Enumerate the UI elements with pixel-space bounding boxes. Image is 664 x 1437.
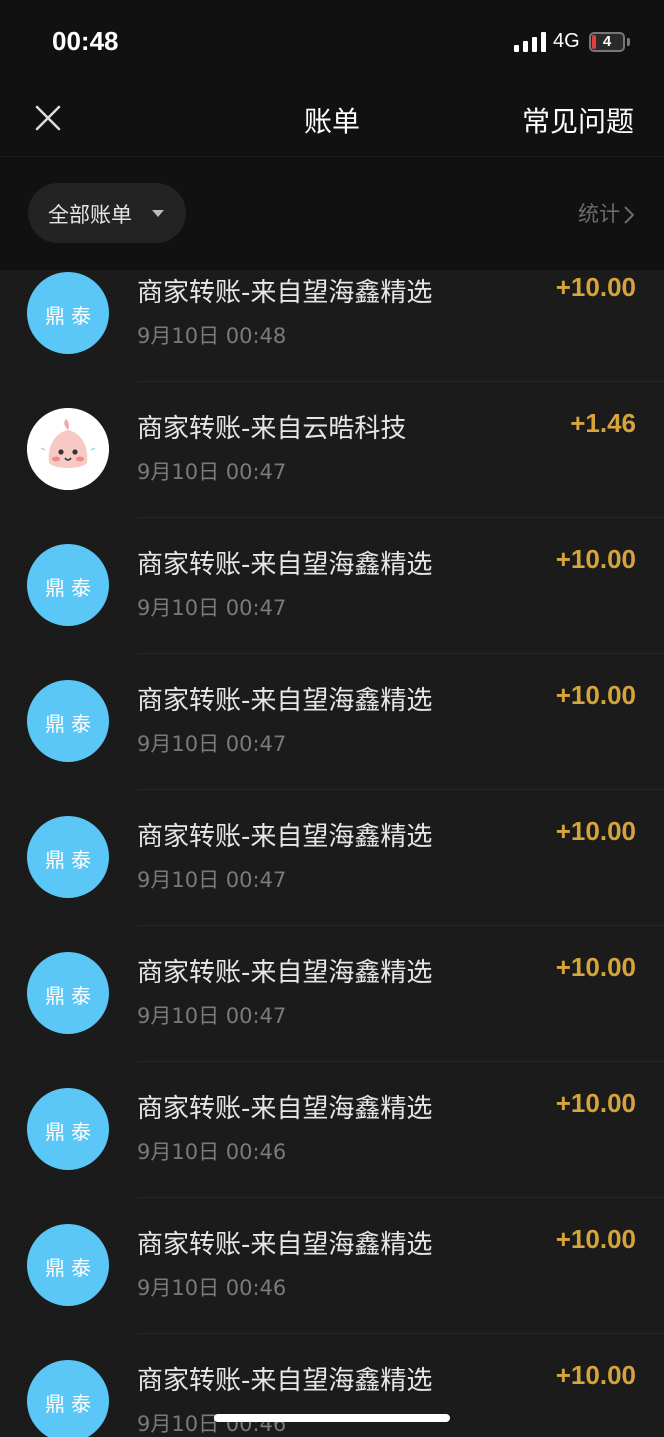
merchant-avatar: 鼎泰 xyxy=(27,544,109,626)
transaction-amount: +10.00 xyxy=(555,816,636,846)
merchant-avatar: 鼎泰 xyxy=(27,272,109,354)
transaction-row[interactable]: 鼎泰 商家转账-来自望海鑫精选 9月10日 00:48 +10.00 xyxy=(0,272,664,408)
home-indicator xyxy=(214,1414,450,1422)
transaction-date: 9月10日 00:47 xyxy=(137,596,287,620)
nav-bar: 账单 常见问题 xyxy=(0,84,664,157)
transaction-date: 9月10日 00:47 xyxy=(137,460,287,484)
avatar-label: 鼎泰 xyxy=(45,848,97,872)
row-divider xyxy=(137,925,664,926)
merchant-avatar: 鼎泰 xyxy=(27,1224,109,1306)
avatar-label: 鼎泰 xyxy=(45,576,97,600)
transaction-row[interactable]: 鼎泰 商家转账-来自望海鑫精选 9月10日 00:47 +10.00 xyxy=(0,680,664,816)
avatar-label: 鼎泰 xyxy=(45,984,97,1008)
transaction-title: 商家转账-来自望海鑫精选 xyxy=(137,1094,433,1124)
transaction-amount: +10.00 xyxy=(555,544,636,574)
transaction-date: 9月10日 00:47 xyxy=(137,732,287,756)
transaction-amount: +10.00 xyxy=(555,1224,636,1254)
status-time: 00:48 xyxy=(52,26,119,56)
transaction-date: 9月10日 00:46 xyxy=(137,1412,287,1436)
transaction-row[interactable]: 商家转账-来自云晧科技 9月10日 00:47 +1.46 xyxy=(0,408,664,544)
avatar-label: 鼎泰 xyxy=(45,304,97,328)
transaction-row[interactable]: 鼎泰 商家转账-来自望海鑫精选 9月10日 00:47 +10.00 xyxy=(0,816,664,952)
peach-avatar-icon xyxy=(27,408,109,490)
caret-down-icon xyxy=(152,210,164,217)
battery-level: 4 xyxy=(602,33,612,50)
merchant-avatar: 鼎泰 xyxy=(27,680,109,762)
bill-filter-dropdown[interactable]: 全部账单 xyxy=(28,183,186,243)
signal-icon xyxy=(514,32,546,52)
row-divider xyxy=(137,517,664,518)
transaction-date: 9月10日 00:46 xyxy=(137,1140,287,1164)
row-divider xyxy=(137,653,664,654)
row-divider xyxy=(137,381,664,382)
transaction-title: 商家转账-来自望海鑫精选 xyxy=(137,958,433,988)
transaction-amount: +10.00 xyxy=(555,1088,636,1118)
row-divider xyxy=(137,1333,664,1334)
transaction-row[interactable]: 鼎泰 商家转账-来自望海鑫精选 9月10日 00:47 +10.00 xyxy=(0,952,664,1088)
transaction-row[interactable]: 鼎泰 商家转账-来自望海鑫精选 9月10日 00:46 +10.00 xyxy=(0,1088,664,1224)
transaction-row[interactable]: 鼎泰 商家转账-来自望海鑫精选 9月10日 00:47 +10.00 xyxy=(0,544,664,680)
status-bar: 00:48 4G 4 xyxy=(0,0,664,84)
transaction-amount: +1.46 xyxy=(570,408,636,438)
transaction-title: 商家转账-来自望海鑫精选 xyxy=(137,550,433,580)
transaction-title: 商家转账-来自望海鑫精选 xyxy=(137,278,433,308)
bill-filter-label: 全部账单 xyxy=(48,203,132,227)
transaction-amount: +10.00 xyxy=(555,1360,636,1390)
avatar-label: 鼎泰 xyxy=(45,1392,97,1416)
chevron-right-icon xyxy=(624,206,635,224)
transaction-row[interactable]: 鼎泰 商家转账-来自望海鑫精选 9月10日 00:46 +10.00 xyxy=(0,1224,664,1360)
network-type: 4G xyxy=(553,30,580,52)
transaction-row[interactable]: 鼎泰 商家转账-来自望海鑫精选 9月10日 00:46 +10.00 xyxy=(0,1360,664,1437)
transaction-amount: +10.00 xyxy=(555,680,636,710)
merchant-avatar: 鼎泰 xyxy=(27,816,109,898)
transaction-title: 商家转账-来自望海鑫精选 xyxy=(137,822,433,852)
transaction-amount: +10.00 xyxy=(555,952,636,982)
transaction-amount: +10.00 xyxy=(555,272,636,302)
transaction-date: 9月10日 00:47 xyxy=(137,1004,287,1028)
transaction-title: 商家转账-来自望海鑫精选 xyxy=(137,1230,433,1260)
avatar-label: 鼎泰 xyxy=(45,712,97,736)
row-divider xyxy=(137,1061,664,1062)
merchant-avatar: 鼎泰 xyxy=(27,952,109,1034)
row-divider xyxy=(137,789,664,790)
battery-icon: 4 xyxy=(589,32,625,52)
row-divider xyxy=(137,1197,664,1198)
transaction-title: 商家转账-来自望海鑫精选 xyxy=(137,686,433,716)
stats-label: 统计 xyxy=(578,202,620,226)
transaction-title: 商家转账-来自云晧科技 xyxy=(137,414,407,444)
battery-nub xyxy=(627,38,630,46)
transaction-date: 9月10日 00:48 xyxy=(137,324,287,348)
avatar-label: 鼎泰 xyxy=(45,1256,97,1280)
faq-link[interactable]: 常见问题 xyxy=(522,100,634,140)
transaction-title: 商家转账-来自望海鑫精选 xyxy=(137,1366,433,1396)
merchant-avatar: 鼎泰 xyxy=(27,1088,109,1170)
avatar-label: 鼎泰 xyxy=(45,1120,97,1144)
transaction-date: 9月10日 00:47 xyxy=(137,868,287,892)
stats-link[interactable]: 统计 xyxy=(578,198,635,228)
transaction-date: 9月10日 00:46 xyxy=(137,1276,287,1300)
transaction-list: 鼎泰 商家转账-来自望海鑫精选 9月10日 00:48 +10.00 商家转账-来自云晧… xyxy=(0,270,664,1437)
filter-bar: 全部账单 统计 xyxy=(0,157,664,270)
merchant-avatar: 鼎泰 xyxy=(27,1360,109,1437)
